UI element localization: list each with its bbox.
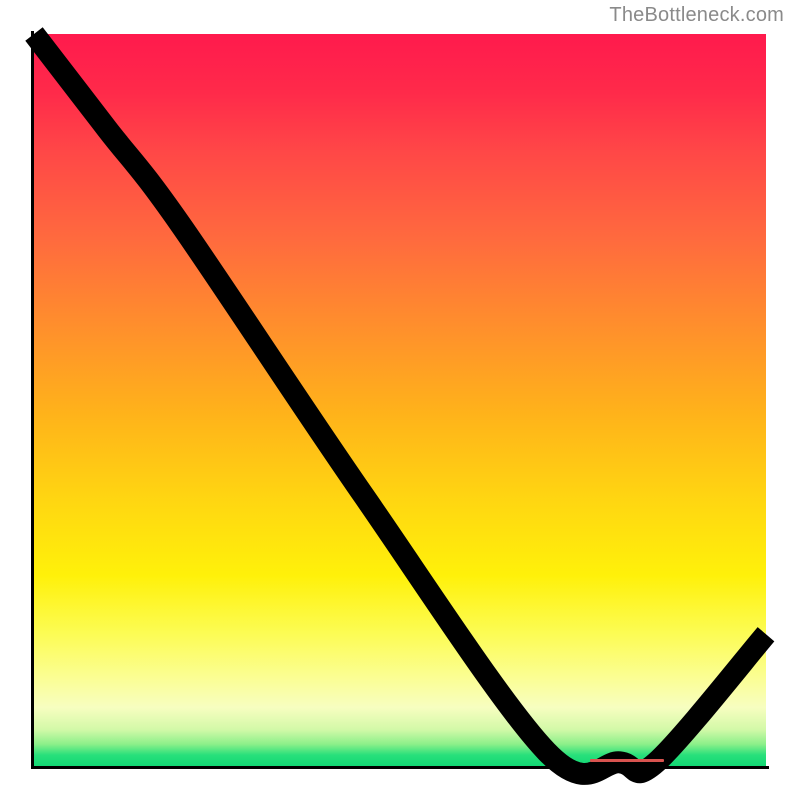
attribution-label: TheBottleneck.com <box>609 4 784 27</box>
optimal-range-marker <box>590 759 663 763</box>
bottleneck-chart <box>34 34 766 766</box>
chart-curve <box>34 34 766 766</box>
curve-path <box>34 34 766 774</box>
